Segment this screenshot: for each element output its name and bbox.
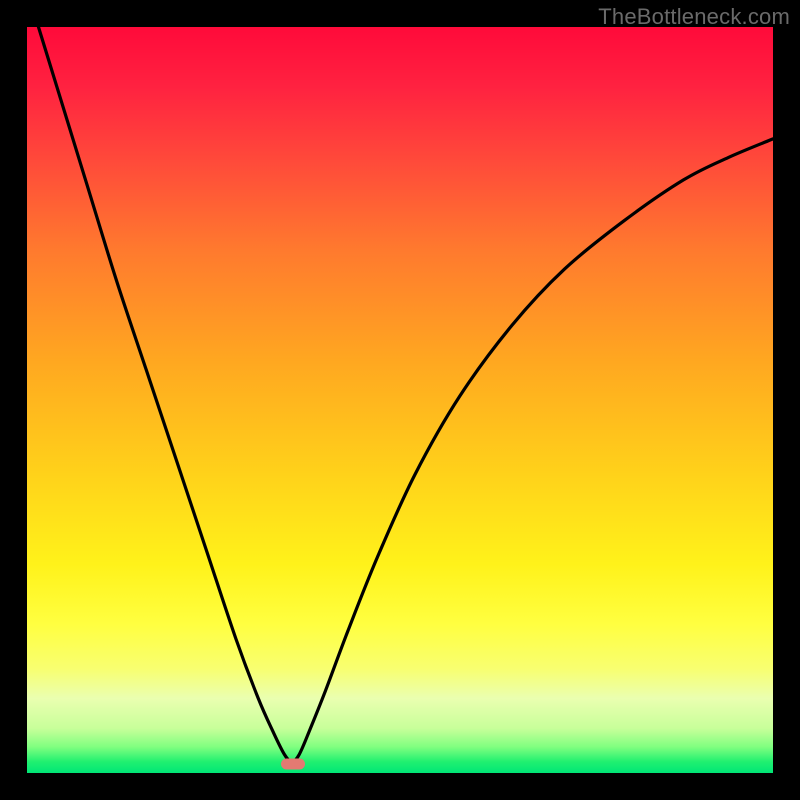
optimal-marker — [281, 759, 305, 770]
gradient-background — [27, 27, 773, 773]
chart-frame: TheBottleneck.com — [0, 0, 800, 800]
watermark-text: TheBottleneck.com — [598, 4, 790, 30]
plot-svg — [27, 27, 773, 773]
plot-area — [27, 27, 773, 773]
